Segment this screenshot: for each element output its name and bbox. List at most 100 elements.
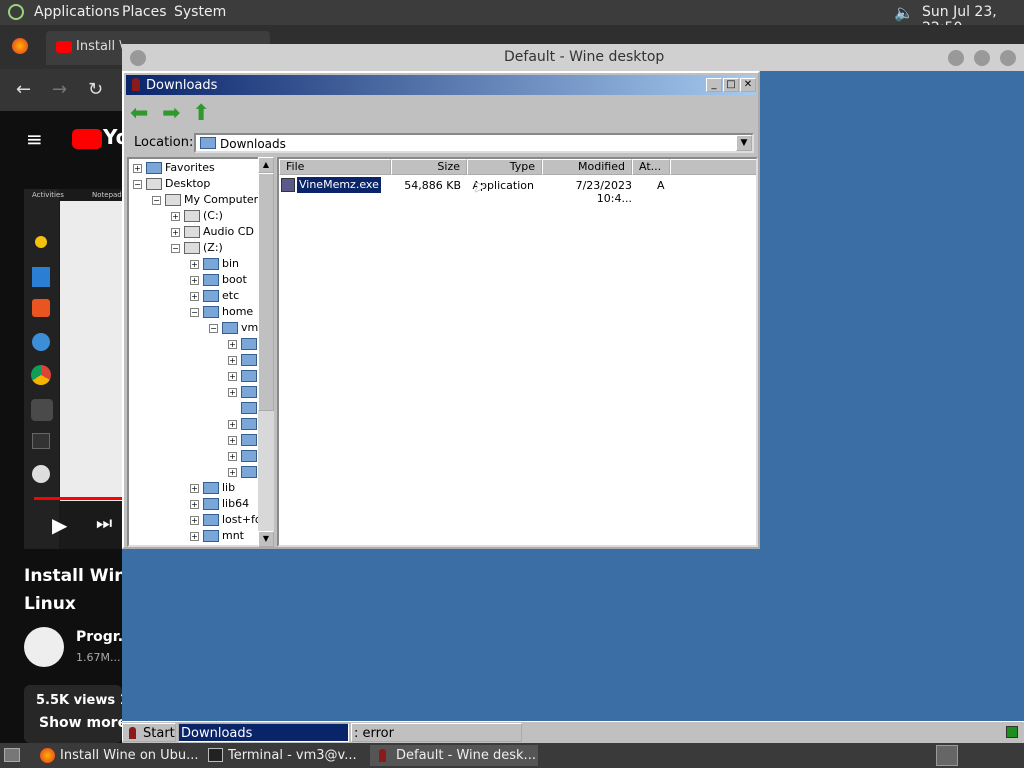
gnome-foot-icon[interactable] [8,4,24,20]
forward-icon[interactable]: → [52,79,67,100]
progress-bar[interactable] [34,497,122,500]
description-box[interactable]: 5.5K views 1 Show more [24,685,129,743]
tree-item[interactable]: + mnt [190,528,244,544]
explorer-titlebar[interactable]: Downloads _ □ ✕ [126,75,756,95]
column-attributes[interactable]: At... [632,159,670,175]
expand-icon[interactable]: + [228,419,237,429]
next-icon[interactable]: ⏭ [96,513,112,534]
tree-item[interactable]: + bin [190,256,239,272]
task-firefox[interactable]: Install Wine on Ubu... [34,745,198,766]
file-row[interactable]: VineMemz.exe 54,886 KB Application 7/23/… [279,176,749,205]
expand-icon[interactable]: + [190,291,199,301]
tree-item[interactable]: + [228,352,260,368]
tree-item[interactable]: + lost+fou [190,512,269,528]
up-arrow-icon[interactable]: ⬆ [192,101,210,126]
tree-item[interactable]: − home [190,304,253,320]
expand-icon[interactable]: + [228,339,237,349]
tree-item[interactable]: + etc [190,288,239,304]
location-combobox[interactable]: Downloads ▼ [194,133,754,153]
column-modified[interactable]: Modified [542,159,632,175]
expand-icon[interactable]: + [190,531,199,541]
task-wine-desktop[interactable]: Default - Wine desk... [370,745,538,766]
expand-icon[interactable]: + [190,499,199,509]
wine-minimize-icon[interactable] [948,50,964,66]
expand-icon[interactable]: + [190,259,199,269]
tree-item[interactable]: + [228,336,260,352]
tree-item[interactable]: + [228,432,260,448]
applications-menu[interactable]: Applications [34,4,120,20]
wine-window-menu-icon[interactable] [130,50,146,66]
expand-icon[interactable]: + [190,483,199,493]
tree-item[interactable] [228,400,260,416]
tree-item[interactable]: + lib [190,480,235,496]
forward-arrow-icon[interactable]: ➡ [162,101,180,126]
tree-item[interactable]: + boot [190,272,247,288]
show-more-link[interactable]: Show more [39,715,127,731]
video-player[interactable]: Activities Notepad ▶ ⏭ [24,189,122,549]
collapse-icon[interactable]: − [209,323,218,333]
column-size[interactable]: Size [391,159,467,175]
back-arrow-icon[interactable]: ⬅ [130,101,148,126]
expand-icon[interactable]: + [228,451,237,461]
column-type[interactable]: Type [467,159,542,175]
close-button[interactable]: ✕ [740,78,756,92]
expand-icon[interactable]: + [171,227,180,237]
expand-icon[interactable]: + [228,371,237,381]
collapse-icon[interactable]: − [171,243,180,253]
column-file[interactable]: File [279,159,391,175]
task-terminal[interactable]: Terminal - vm3@v... [202,745,366,766]
back-icon[interactable]: ← [16,79,31,100]
tree-item[interactable]: + Favorites [133,160,215,176]
minimize-button[interactable]: _ [706,78,722,92]
dropdown-arrow-icon[interactable]: ▼ [736,135,752,151]
places-menu[interactable]: Places [122,4,167,20]
expand-icon[interactable]: + [171,211,180,221]
collapse-icon[interactable]: − [152,195,161,205]
tree-scrollbar[interactable]: ▲ ▼ [258,157,274,547]
tree-item[interactable]: + [228,368,260,384]
scroll-down-icon[interactable]: ▼ [258,531,274,547]
tree-item[interactable]: − My Computer [152,192,258,208]
tree-item[interactable]: + [228,384,260,400]
collapse-icon[interactable]: − [190,307,199,317]
scroll-thumb[interactable] [258,173,274,411]
expand-icon[interactable]: + [228,467,237,477]
taskbar-error[interactable]: : error [351,723,522,742]
taskbar-downloads[interactable]: Downloads [178,723,349,742]
tree-item[interactable]: + lib64 [190,496,249,512]
expand-icon[interactable]: + [228,355,237,365]
play-icon[interactable]: ▶ [52,513,67,537]
show-desktop-icon[interactable] [4,748,20,762]
tree-item[interactable]: +opt [190,544,240,545]
tree-item[interactable]: + Audio CD (D [171,224,270,240]
tree-item-label: bin [222,257,240,270]
expand-icon[interactable]: + [190,275,199,285]
tree-item[interactable]: − (Z:) [171,240,223,256]
expand-icon[interactable]: + [228,387,237,397]
tree-item[interactable]: − vm3 [209,320,265,336]
wine-maximize-icon[interactable] [974,50,990,66]
maximize-button[interactable]: □ [723,78,739,92]
channel-avatar[interactable] [24,627,64,667]
tree-item[interactable]: + [228,448,260,464]
scroll-up-icon[interactable]: ▲ [258,157,274,173]
collapse-icon[interactable]: − [133,179,142,189]
start-button[interactable]: Start [122,723,176,742]
expand-icon[interactable]: + [133,163,142,173]
channel-name[interactable]: Progr. [76,629,123,645]
expand-icon[interactable]: + [228,435,237,445]
volume-icon[interactable]: 🔈 [894,3,914,22]
file-name[interactable]: VineMemz.exe [296,176,382,194]
system-menu[interactable]: System [174,4,226,20]
tree-item[interactable]: + (C:) [171,208,223,224]
wine-desktop-titlebar[interactable]: Default - Wine desktop [122,44,1024,71]
tree-item[interactable]: − Desktop [133,176,210,192]
tree-item[interactable]: + [228,464,260,480]
workspace-switcher-icon[interactable] [936,745,958,766]
hamburger-icon[interactable]: ≡ [26,127,43,151]
wine-close-icon[interactable] [1000,50,1016,66]
reload-icon[interactable]: ↻ [88,79,103,100]
tree-item[interactable]: + [228,416,260,432]
youtube-logo-icon[interactable] [72,129,102,149]
expand-icon[interactable]: + [190,515,199,525]
